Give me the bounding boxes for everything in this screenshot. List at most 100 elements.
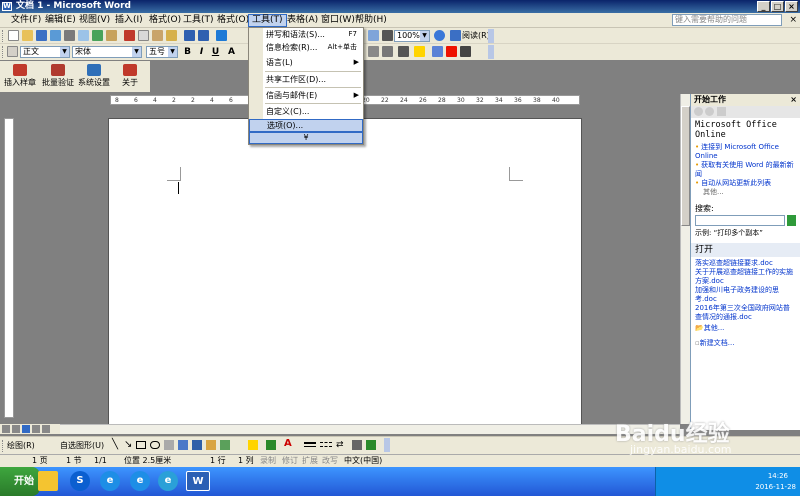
- print-preview-icon[interactable]: [78, 30, 89, 41]
- bold-button[interactable]: B: [182, 46, 193, 58]
- copy-icon[interactable]: [138, 30, 149, 41]
- close-icon[interactable]: ×: [790, 94, 797, 106]
- status-record[interactable]: 录制: [260, 455, 276, 467]
- vertical-ruler[interactable]: [4, 118, 14, 418]
- line-style-icon[interactable]: [304, 442, 316, 447]
- font-size-select[interactable]: 五号 ▼: [146, 46, 178, 58]
- show-hide-icon[interactable]: [382, 30, 393, 41]
- menu-tools-hidden[interactable]: 工具(T): [180, 14, 217, 27]
- home-icon[interactable]: [717, 107, 726, 116]
- search-input[interactable]: [695, 215, 785, 226]
- menu-item-letters-mailings[interactable]: 信函与邮件(E) ▶: [249, 89, 363, 102]
- menu-item-research[interactable]: 信息检索(R)... Alt+单击: [249, 41, 363, 54]
- zoom-select[interactable]: 100% ▼: [394, 30, 430, 42]
- menu-item-shared-workspace[interactable]: 共享工作区(D)...: [249, 73, 363, 86]
- decrease-indent-icon[interactable]: [398, 46, 409, 57]
- menu-item-customize[interactable]: 自定义(C)...: [249, 105, 363, 118]
- forward-icon[interactable]: [705, 107, 714, 116]
- fill-color-icon[interactable]: [248, 440, 258, 450]
- menu-format[interactable]: 格式(O): [146, 14, 184, 27]
- print-icon[interactable]: [64, 30, 75, 41]
- line-icon[interactable]: ╲: [112, 439, 118, 450]
- chevron-down-icon[interactable]: ▼: [60, 47, 69, 57]
- office-online-link[interactable]: • 连接到 Microsoft Office Online: [695, 143, 796, 161]
- research-icon[interactable]: [106, 30, 117, 41]
- new-document-icon[interactable]: [8, 30, 19, 41]
- recent-file[interactable]: 落实巡查超链接要求.doc: [695, 259, 796, 268]
- toolbar-options-icon[interactable]: [488, 29, 494, 43]
- document-map-icon[interactable]: [368, 30, 379, 41]
- recent-file[interactable]: 2016年第三次全国政府网站普查情况的通报.doc: [695, 304, 796, 322]
- autoshapes-button[interactable]: 自选图形(U): [60, 440, 104, 451]
- status-overtype[interactable]: 改写: [322, 455, 338, 467]
- menu-insert[interactable]: 插入(I): [112, 14, 146, 27]
- sogou-icon[interactable]: S: [70, 471, 90, 491]
- italic-button[interactable]: I: [196, 46, 207, 58]
- font-color-icon[interactable]: [446, 46, 457, 57]
- style-select[interactable]: 正文 ▼: [20, 46, 70, 58]
- normal-view-icon[interactable]: [2, 425, 10, 433]
- 3d-icon[interactable]: [366, 440, 376, 450]
- chevron-down-icon[interactable]: ▼: [132, 47, 141, 57]
- permission-icon[interactable]: [50, 30, 61, 41]
- auto-update-link[interactable]: • 自动从网站更新此列表: [695, 179, 796, 188]
- toolbar-grip[interactable]: [2, 440, 5, 452]
- vertical-scrollbar[interactable]: [680, 94, 690, 424]
- underline-button[interactable]: U: [210, 46, 221, 58]
- minimize-button[interactable]: _: [757, 1, 770, 12]
- about-button[interactable]: 关于: [112, 64, 148, 90]
- print-view-icon[interactable]: [22, 425, 30, 433]
- redo-icon[interactable]: [198, 30, 209, 41]
- clock-time[interactable]: 14:26: [768, 472, 788, 480]
- line-color-icon[interactable]: [266, 440, 276, 450]
- expand-menu-icon[interactable]: ¥: [249, 132, 363, 144]
- close-document-icon[interactable]: ×: [789, 15, 797, 25]
- menu-item-options[interactable]: 选项(O)...: [249, 119, 363, 132]
- toolbar-grip[interactable]: [2, 30, 5, 42]
- browser-icon[interactable]: e: [130, 471, 150, 491]
- ie-icon-2[interactable]: e: [158, 471, 178, 491]
- new-document-link[interactable]: ▫新建文档...: [695, 339, 796, 348]
- clock-date[interactable]: 2016-11-28: [755, 483, 796, 491]
- read-button[interactable]: 阅读(R): [462, 30, 490, 42]
- menu-tools[interactable]: 工具(T): [248, 14, 287, 27]
- menu-item-spelling[interactable]: 拼写和语法(S)... F7: [249, 28, 363, 41]
- clipart-icon[interactable]: [206, 440, 216, 450]
- dash-style-icon[interactable]: [320, 442, 332, 447]
- help-search-input[interactable]: 键入需要帮助的问题: [672, 14, 782, 26]
- word-taskbar-icon[interactable]: W: [186, 471, 210, 491]
- paste-icon[interactable]: [152, 30, 163, 41]
- toolbar-options-icon[interactable]: [488, 45, 494, 59]
- search-go-icon[interactable]: [787, 215, 796, 226]
- ie-icon[interactable]: e: [100, 471, 120, 491]
- menu-item-language[interactable]: 语言(L) ▶: [249, 56, 363, 69]
- chevron-down-icon[interactable]: ▼: [420, 31, 429, 41]
- start-button[interactable]: 开始: [0, 467, 40, 496]
- arrow-style-icon[interactable]: ⇄: [336, 440, 344, 450]
- status-track[interactable]: 修订: [282, 455, 298, 467]
- save-icon[interactable]: [36, 30, 47, 41]
- cut-icon[interactable]: [124, 30, 135, 41]
- textbox-icon[interactable]: [164, 440, 174, 450]
- text-direction-icon[interactable]: [460, 46, 471, 57]
- scroll-thumb[interactable]: [681, 106, 690, 226]
- menu-table[interactable]: 表格(A): [284, 14, 321, 27]
- read-icon[interactable]: [450, 30, 461, 41]
- highlight-icon[interactable]: [414, 46, 425, 57]
- toolbar-grip[interactable]: [2, 46, 5, 58]
- rectangle-icon[interactable]: [136, 441, 146, 449]
- word-news-link[interactable]: • 获取有关使用 Word 的最新新闻: [695, 161, 796, 179]
- outline-view-icon[interactable]: [32, 425, 40, 433]
- font-select[interactable]: 宋体 ▼: [72, 46, 142, 58]
- arrow-icon[interactable]: ↘: [124, 439, 132, 450]
- open-more-link[interactable]: 📂其他...: [695, 324, 796, 333]
- menu-help[interactable]: 帮助(H): [352, 14, 390, 27]
- outside-border-icon[interactable]: [368, 46, 379, 57]
- maximize-button[interactable]: □: [771, 1, 784, 12]
- increase-indent-icon[interactable]: [382, 46, 393, 57]
- picture-icon[interactable]: [220, 440, 230, 450]
- menu-file[interactable]: 文件(F): [8, 14, 44, 27]
- explorer-icon[interactable]: [38, 471, 58, 491]
- format-painter-icon[interactable]: [166, 30, 177, 41]
- help-icon[interactable]: [434, 30, 445, 41]
